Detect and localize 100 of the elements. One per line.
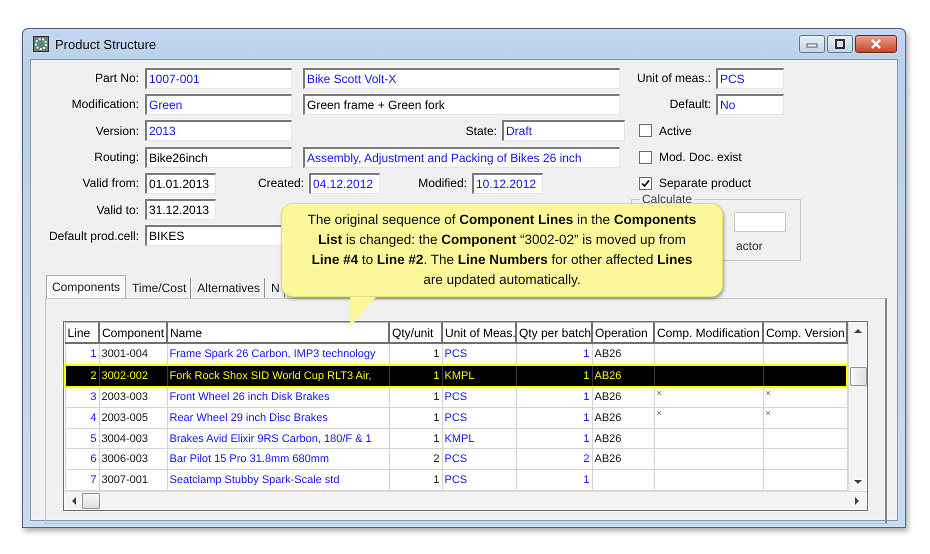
table-cell: AB26	[592, 428, 654, 449]
table-cell: 2003-005	[99, 408, 167, 428]
table-cell: 3007-001	[99, 470, 167, 490]
table-row[interactable]: 6 3006-003 Bar Pilot 15 Pro 31.8mm 680mm 2 PCS 2 AB26	[65, 448, 847, 470]
table-row[interactable]: 7 3007-001 Seatclamp Stubby Spark-Scale std 1 PCS 1	[65, 470, 847, 490]
table-cell: 6	[65, 448, 99, 470]
minimize-button[interactable]	[799, 35, 825, 53]
date-field[interactable]: 10.12.2012	[472, 172, 543, 194]
field-label: Modification:	[70, 97, 139, 112]
checkbox[interactable]	[639, 176, 652, 190]
input-field[interactable]	[734, 212, 786, 232]
vertical-scrollbar[interactable]	[848, 322, 867, 491]
field-label: Routing:	[93, 150, 139, 164]
close-icon	[870, 39, 882, 49]
table-cell: PCS	[442, 470, 516, 490]
table-cell: AB26	[592, 365, 654, 387]
column-header[interactable]: Component	[99, 322, 167, 344]
table-cell: 1	[516, 408, 592, 428]
table-cell: Bar Pilot 15 Pro 31.8mm 680mm	[167, 448, 389, 470]
column-header[interactable]: Name	[167, 322, 389, 344]
date-field[interactable]: 01.01.2013	[145, 172, 216, 194]
description-field[interactable]: Green frame + Green fork	[303, 94, 620, 115]
field-label: Valid from:	[82, 176, 139, 190]
horizontal-scrollbar[interactable]	[64, 490, 867, 510]
table-cell: AB26	[592, 386, 654, 408]
state-field[interactable]: Draft	[502, 120, 625, 142]
table-cell: 3	[65, 386, 99, 408]
field-label: Valid to:	[96, 202, 139, 217]
part-number-field[interactable]: 1007-001	[145, 68, 292, 89]
routing-field[interactable]: Bike26inch	[145, 146, 292, 168]
scroll-left-icon	[71, 496, 76, 505]
table-cell: 1	[516, 365, 592, 387]
field-label: Default prod.cell:	[48, 228, 139, 243]
date-field[interactable]: 31.12.2013	[145, 199, 216, 220]
table-cell: KMPL	[442, 365, 516, 387]
table-cell: ×	[763, 386, 847, 408]
table-cell: ×	[654, 386, 763, 408]
table-cell: 2	[516, 448, 592, 470]
default-field[interactable]: No	[716, 94, 784, 115]
table-cell: KMPL	[442, 428, 516, 449]
close-button[interactable]	[855, 35, 897, 53]
scrollbar-thumb[interactable]	[850, 367, 866, 386]
table-cell: Fork Rock Shox SID World Cup RLT3 Air,	[167, 365, 389, 387]
maximize-button[interactable]	[827, 35, 853, 53]
column-header[interactable]: Comp. Version	[763, 322, 847, 344]
field-label: Version:	[94, 124, 139, 138]
table-cell: 3002-002	[99, 365, 167, 387]
checkbox[interactable]	[639, 150, 652, 164]
table-cell: 1	[389, 408, 442, 428]
table-cell: Front Wheel 26 inch Disk Brakes	[167, 386, 389, 408]
table-cell: ×	[654, 408, 763, 428]
table-cell: AB26	[592, 408, 654, 428]
version-field[interactable]: 2013	[145, 120, 292, 142]
table-cell: 1	[389, 470, 442, 490]
scrollbar-thumb[interactable]	[82, 492, 100, 509]
field-label: actor	[736, 239, 763, 254]
checkbox[interactable]	[639, 124, 652, 138]
date-field[interactable]: 04.12.2012	[309, 172, 380, 194]
table-cell: 2	[389, 448, 442, 470]
description-field[interactable]: Bike Scott Volt-X	[303, 68, 620, 89]
table-cell: Seatclamp Stubby Spark-Scale std	[167, 470, 389, 490]
table-cell: PCS	[442, 408, 516, 428]
table-row[interactable]: 3 2003-003 Front Wheel 26 inch Disk Brakes 1 PCS 1 AB26 × ×	[65, 386, 847, 408]
table-cell: 2	[65, 365, 99, 387]
table-cell: 3004-003	[99, 428, 167, 449]
modification-field[interactable]: Green	[145, 94, 292, 115]
column-header[interactable]: Operation	[592, 322, 654, 344]
table-cell: AB26	[592, 448, 654, 470]
table-cell: 3006-003	[99, 448, 167, 470]
tooltip-text: The original sequence of Component Lines in the Components List is changed: the Component “3002-02” is moved up from Line #4 to Line #2. The Line Numbers for other affected Lines are updated automatically.	[306, 211, 698, 289]
column-header[interactable]: Qty per batch	[516, 322, 592, 344]
table-cell: 1	[389, 428, 442, 449]
field-label: State:	[464, 124, 497, 138]
table-cell: 1	[389, 386, 442, 408]
field-label: Default:	[668, 97, 711, 112]
unit-field[interactable]: PCS	[716, 68, 784, 89]
column-header[interactable]: Comp. Modification	[654, 322, 763, 344]
scroll-up-icon	[854, 328, 862, 334]
table-row[interactable]: 2 3002-002 Fork Rock Shox SID World Cup RLT3 Air, 1 KMPL 1 AB26	[65, 365, 847, 387]
table-row[interactable]: 5 3004-003 Brakes Avid Elixir 9RS Carbon, 180/F & 1 1 KMPL 1 AB26	[65, 428, 847, 449]
table-cell: PCS	[442, 448, 516, 470]
table-cell: 7	[65, 470, 99, 490]
table-cell: 1	[516, 428, 592, 449]
window-title: Product Structure	[55, 36, 156, 52]
description-field[interactable]: Assembly, Adjustment and Packing of Bikes 26 inch	[303, 146, 620, 168]
scroll-right-icon	[855, 496, 860, 505]
column-header[interactable]: Qty/unit	[389, 322, 442, 344]
table-cell: PCS	[442, 386, 516, 408]
tab[interactable]: Components	[46, 275, 126, 298]
scroll-down-icon	[854, 480, 862, 485]
table-cell: ×	[763, 408, 847, 428]
column-header[interactable]: Line	[65, 322, 99, 344]
table-cell: 1	[516, 470, 592, 490]
maximize-icon	[834, 39, 846, 49]
table-cell: Rear Wheel 29 inch Disc Brakes	[167, 408, 389, 428]
table-row[interactable]: 4 2003-005 Rear Wheel 29 inch Disc Brakes 1 PCS 1 AB26 × ×	[65, 408, 847, 428]
field-label: Modified:	[417, 176, 467, 190]
table-cell: 1	[389, 365, 442, 387]
field-label: Unit of meas.:	[636, 71, 711, 86]
checkbox-label: Separate product	[659, 176, 752, 190]
